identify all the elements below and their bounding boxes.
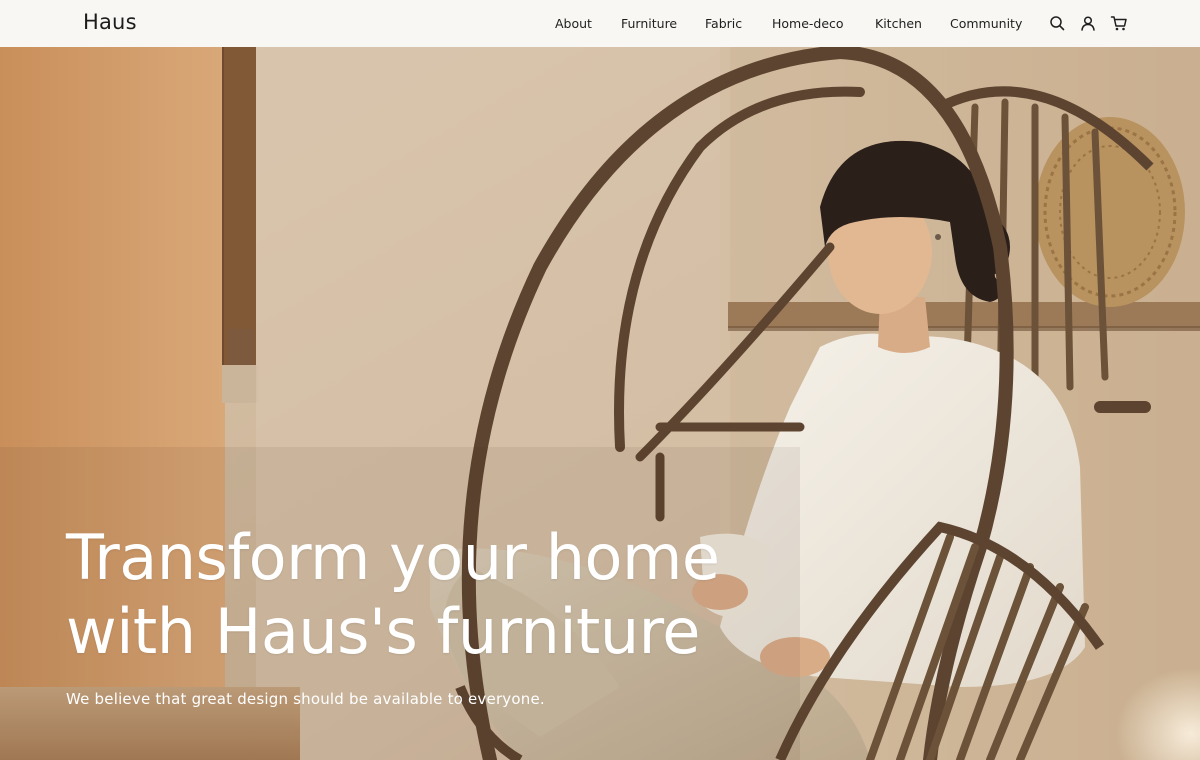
cart-icon[interactable] — [1110, 14, 1128, 32]
nav-item-kitchen[interactable]: Kitchen — [875, 16, 922, 31]
site-header: Haus About Furniture Fabric Home-deco Ki… — [0, 0, 1200, 47]
user-icon[interactable] — [1079, 14, 1097, 32]
nav-item-community[interactable]: Community — [950, 16, 1022, 31]
nav-item-home-deco[interactable]: Home-deco — [772, 16, 844, 31]
page: Haus About Furniture Fabric Home-deco Ki… — [0, 0, 1200, 760]
nav-item-furniture[interactable]: Furniture — [621, 16, 677, 31]
hero-headline-line-2: with Haus's furniture — [66, 595, 700, 668]
hero-section: Transform your home with Haus's furnitur… — [0, 47, 1200, 760]
nav-item-about[interactable]: About — [555, 16, 592, 31]
hero-headline-line-1: Transform your home — [66, 521, 720, 594]
hero-subtitle: We believe that great design should be a… — [66, 690, 545, 708]
search-icon[interactable] — [1048, 14, 1066, 32]
nav-item-fabric[interactable]: Fabric — [705, 16, 742, 31]
main-nav: About Furniture Fabric Home-deco Kitchen… — [0, 16, 1200, 32]
hero-headline: Transform your home with Haus's furnitur… — [66, 521, 806, 669]
